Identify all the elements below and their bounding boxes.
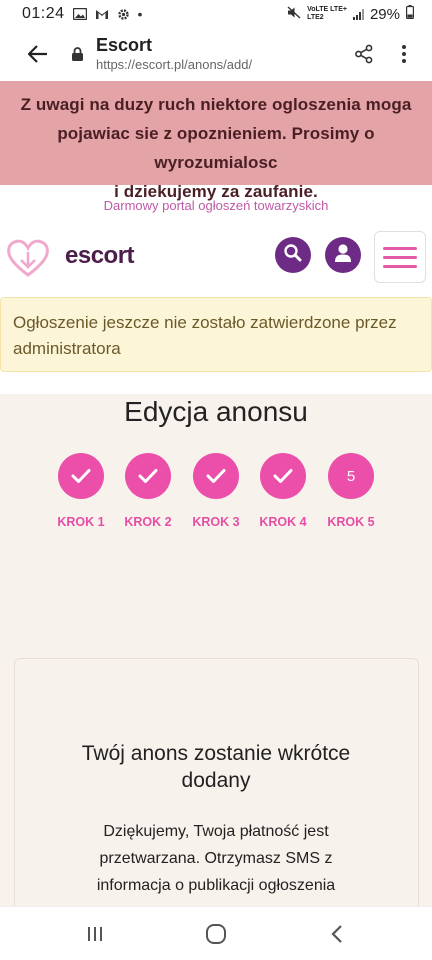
share-icon[interactable] xyxy=(346,36,382,72)
battery-percent: 29% xyxy=(369,5,400,23)
step-label: KROK 1 xyxy=(57,515,105,529)
confirmation-title: Twój anons zostanie wkrótce dodany xyxy=(40,740,392,794)
step-progress: KROK 1 KROK 2 KROK 3 KROK 4 5 KROK 5 xyxy=(0,453,432,533)
traffic-notice-banner: Z uwagi na duzy ruch niektore ogloszenia… xyxy=(0,81,432,201)
status-dot: • xyxy=(137,6,143,22)
lock-icon xyxy=(70,47,84,61)
network-line-2: LTE2 xyxy=(307,14,324,21)
mute-icon xyxy=(287,5,301,23)
step-1[interactable]: KROK 1 xyxy=(51,453,111,529)
step-3[interactable]: KROK 3 xyxy=(186,453,246,529)
confirmation-text: Dziękujemy, Twoja płatność jest przetwar… xyxy=(60,818,372,899)
gallery-icon xyxy=(72,8,87,20)
step-2[interactable]: KROK 2 xyxy=(118,453,178,529)
logo-text[interactable]: escort xyxy=(65,242,135,270)
step-label: KROK 3 xyxy=(192,515,240,529)
heart-logo-icon[interactable] xyxy=(6,238,50,283)
status-time: 01:24 xyxy=(22,5,65,22)
browser-toolbar: Escort https://escort.pl/anons/add/ xyxy=(0,28,432,80)
step-number: 5 xyxy=(328,453,374,499)
search-icon xyxy=(283,243,303,268)
step-label: KROK 4 xyxy=(259,515,307,529)
network-line-1: VoLTE LTE+ xyxy=(307,6,347,13)
user-icon xyxy=(334,243,352,268)
check-icon xyxy=(193,453,239,499)
check-icon xyxy=(125,453,171,499)
alert-line-1: Ogłoszenie jeszcze nie zostało zatwierdz… xyxy=(13,313,397,332)
confirmation-title-line-2: dodany xyxy=(181,769,251,792)
search-button[interactable] xyxy=(275,237,311,273)
hamburger-menu-button[interactable] xyxy=(374,231,426,283)
notice-line-1: Z uwagi na duzy ruch niektore ogloszenia… xyxy=(20,95,412,114)
nav-back-icon[interactable] xyxy=(317,919,357,949)
confirmation-text-line-1: Dziękujemy, Twoja płatność jest xyxy=(103,823,329,840)
account-button[interactable] xyxy=(325,237,361,273)
hamburger-icon-line xyxy=(383,246,417,250)
notice-line-2: pojawiac sie z opoznieniem. Prosimy o wy… xyxy=(57,124,375,172)
step-label: KROK 2 xyxy=(124,515,172,529)
gmail-icon xyxy=(95,9,109,20)
alert-line-2: administratora xyxy=(13,339,121,358)
settings-icon xyxy=(117,8,130,21)
site-url: https://escort.pl/anons/add/ xyxy=(96,57,253,72)
signal-icon xyxy=(352,8,364,20)
site-title: Escort xyxy=(96,35,153,55)
more-vert-icon[interactable] xyxy=(390,36,418,72)
hamburger-icon-line xyxy=(383,264,417,268)
network-label: VoLTE LTE+ LTE2 xyxy=(307,6,347,22)
confirmation-title-line-1: Twój anons zostanie wkrótce xyxy=(81,742,351,765)
check-icon xyxy=(58,453,104,499)
check-icon xyxy=(260,453,306,499)
approval-alert: Ogłoszenie jeszcze nie zostało zatwierdz… xyxy=(0,297,432,372)
system-nav-bar xyxy=(0,906,432,960)
confirmation-text-line-3: informacja o publikacji ogłoszenia xyxy=(96,877,336,894)
battery-icon xyxy=(406,5,415,23)
status-bar: 01:24 • VoLTE LTE+ LTE2 29% xyxy=(0,0,432,28)
site-header: escort xyxy=(0,228,432,288)
back-arrow-icon[interactable] xyxy=(20,36,56,72)
step-4[interactable]: KROK 4 xyxy=(253,453,313,529)
home-icon[interactable] xyxy=(196,919,236,949)
tagline: Darmowy portal ogłoszeń towarzyskich xyxy=(103,198,329,213)
hamburger-icon-line xyxy=(383,255,417,259)
confirmation-text-line-2: przetwarzana. Otrzymasz SMS z xyxy=(99,850,333,867)
address-bar[interactable]: Escort https://escort.pl/anons/add/ xyxy=(96,35,346,73)
step-5[interactable]: 5 KROK 5 xyxy=(321,453,381,529)
recents-icon[interactable] xyxy=(75,919,115,949)
page-title: Edycja anonsu xyxy=(124,396,308,427)
step-label: KROK 5 xyxy=(327,515,375,529)
